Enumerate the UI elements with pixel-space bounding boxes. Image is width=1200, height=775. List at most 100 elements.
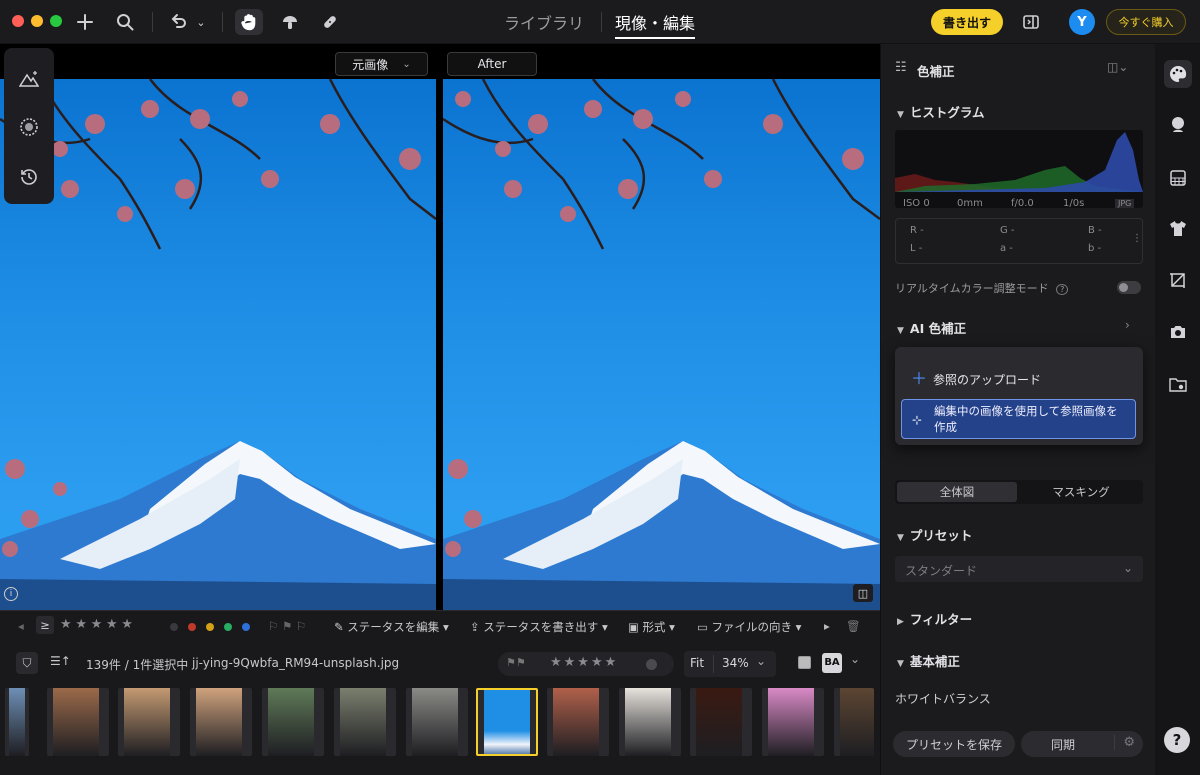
image-viewer[interactable]: 元画像 ⌄ After i ◫ <box>0 44 880 610</box>
texture-brush-icon[interactable] <box>16 114 42 140</box>
film-thumbnail[interactable] <box>834 688 874 756</box>
chevron-down-icon: ⌄ <box>402 58 411 70</box>
folder-eye-icon[interactable] <box>1164 370 1192 398</box>
chevron-down-icon[interactable]: ⌄ <box>756 654 766 668</box>
palette-icon[interactable] <box>1164 60 1192 88</box>
realtime-mode-row: リアルタイムカラー調整モード ? <box>895 280 1069 296</box>
camera-icon[interactable] <box>1164 318 1192 346</box>
zoom-value[interactable]: 34% <box>722 656 749 670</box>
preset-section-header[interactable]: ▼ プリセット <box>897 525 972 544</box>
film-thumbnail[interactable] <box>47 688 109 756</box>
save-preset-button[interactable]: プリセットを保存 <box>893 731 1015 757</box>
realtime-mode-toggle[interactable] <box>1117 281 1141 294</box>
grid-texture-icon[interactable] <box>1164 164 1192 192</box>
filmstrip[interactable] <box>0 686 880 775</box>
single-view-icon[interactable] <box>798 656 811 669</box>
zoom-control[interactable]: Fit 34% ⌄ <box>684 651 776 677</box>
trash-icon[interactable]: 🗑 <box>846 619 861 633</box>
maximize-window-button[interactable] <box>50 15 62 27</box>
export-status-button[interactable]: ⇪ ステータスを書き出す ▾ <box>470 619 608 635</box>
star-icon[interactable]: ★ <box>60 617 72 632</box>
hand-icon[interactable] <box>235 9 263 35</box>
panel-layout-icon[interactable]: ◫⌄ <box>1107 60 1128 74</box>
panel-toggle-icon[interactable] <box>1017 9 1045 35</box>
film-thumbnail[interactable] <box>547 688 609 756</box>
history-icon[interactable] <box>16 164 42 190</box>
flag-icons[interactable]: ⚐ ⚑ ⚐ <box>268 619 306 633</box>
close-window-button[interactable] <box>12 15 24 27</box>
color-label-none[interactable] <box>646 659 657 670</box>
film-thumbnail[interactable] <box>118 688 180 756</box>
film-thumbnail[interactable] <box>5 688 29 756</box>
export-button[interactable]: 書き出す <box>931 9 1003 35</box>
rating-filter-operator[interactable]: ≥ <box>36 616 54 634</box>
color-label-yellow[interactable] <box>206 623 214 631</box>
chevron-right-icon[interactable]: › <box>1125 318 1130 332</box>
color-label-blue[interactable] <box>242 623 250 631</box>
edit-status-button[interactable]: ✎ ステータスを編集 ▾ <box>334 619 449 635</box>
info-icon[interactable]: i <box>4 587 18 601</box>
film-thumbnail[interactable] <box>190 688 252 756</box>
tab-library[interactable]: ライブラリ <box>504 10 584 34</box>
filter-icon[interactable]: ⛉ <box>16 652 38 674</box>
format-button[interactable]: ▣ 形式 ▾ <box>628 619 675 635</box>
quick-rating-stars[interactable]: ★★★★★ <box>550 655 618 670</box>
film-thumbnail[interactable] <box>762 688 824 756</box>
star-icon[interactable]: ★ <box>75 617 87 632</box>
sort-icon[interactable]: ☰↑ <box>50 654 71 668</box>
chevron-down-icon[interactable]: ⌄ <box>850 652 860 666</box>
filter-section-header[interactable]: ▶ フィルター <box>897 609 972 628</box>
rating-stars[interactable]: ★ ★ ★ ★ ★ <box>60 617 133 632</box>
sync-button[interactable]: 同期 ⚙ <box>1021 731 1143 757</box>
help-button[interactable]: ? <box>1164 727 1190 753</box>
color-label-green[interactable] <box>224 623 232 631</box>
undo-icon[interactable] <box>164 9 192 35</box>
star-icon[interactable]: ★ <box>106 617 118 632</box>
portrait-icon[interactable] <box>1164 110 1192 138</box>
tool-palette <box>4 48 54 204</box>
crop-icon[interactable] <box>1164 266 1192 294</box>
mushroom-icon[interactable] <box>276 9 304 35</box>
chevron-down-icon[interactable]: ⌄ <box>191 9 211 35</box>
tab-masking[interactable]: マスキング <box>1021 482 1141 502</box>
basic-section-header[interactable]: ▼ 基本補正 <box>897 651 960 670</box>
help-circle-icon[interactable]: ? <box>1056 284 1069 295</box>
film-thumbnail[interactable] <box>619 688 681 756</box>
preset-title: プリセット <box>909 528 973 543</box>
add-icon[interactable] <box>71 9 99 35</box>
shirt-icon[interactable] <box>1164 214 1192 242</box>
before-after-toggle[interactable]: BA <box>822 653 842 673</box>
orientation-button[interactable]: ▭ ファイルの向き ▾ <box>697 619 801 635</box>
film-thumbnail[interactable] <box>690 688 752 756</box>
bandage-icon[interactable] <box>316 9 344 35</box>
film-thumbnail[interactable] <box>476 688 538 756</box>
gear-icon[interactable]: ⚙ <box>1114 735 1135 750</box>
buy-now-button[interactable]: 今すぐ購入 <box>1106 9 1186 35</box>
color-label-none[interactable] <box>170 623 178 631</box>
color-label-red[interactable] <box>188 623 196 631</box>
ai-color-section-header[interactable]: ▼ AI 色補正 <box>897 318 966 337</box>
scroll-right-icon[interactable]: ▸ <box>824 619 830 633</box>
preset-value: スタンダード <box>905 564 978 578</box>
tab-overall[interactable]: 全体図 <box>897 482 1017 502</box>
search-icon[interactable] <box>111 9 139 35</box>
fit-button[interactable]: Fit <box>690 656 704 670</box>
film-thumbnail[interactable] <box>406 688 468 756</box>
more-icon[interactable]: ⋮ <box>1132 233 1142 244</box>
film-thumbnail[interactable] <box>262 688 324 756</box>
minimize-window-button[interactable] <box>31 15 43 27</box>
histogram-section-header[interactable]: ▼ ヒストグラム <box>897 102 985 121</box>
flag-icons[interactable]: ⚑⚑ <box>506 656 526 669</box>
scroll-left-icon[interactable]: ◂ <box>18 619 24 633</box>
create-reference-item[interactable]: ⊹ 編集中の画像を使用して参照画像を作成 <box>901 399 1136 439</box>
before-label-dropdown[interactable]: 元画像 ⌄ <box>335 52 428 76</box>
preset-select[interactable]: スタンダード ⌄ <box>895 556 1143 582</box>
landscape-ai-icon[interactable] <box>16 66 42 92</box>
star-icon[interactable]: ★ <box>91 617 103 632</box>
film-thumbnail[interactable] <box>334 688 396 756</box>
avatar[interactable]: Y <box>1069 9 1095 35</box>
star-icon[interactable]: ★ <box>121 617 133 632</box>
upload-reference-item[interactable]: ＋ 参照のアップロード <box>911 365 1041 389</box>
compare-view-icon[interactable]: ◫ <box>853 584 873 602</box>
tab-develop[interactable]: 現像・編集 <box>615 10 696 39</box>
